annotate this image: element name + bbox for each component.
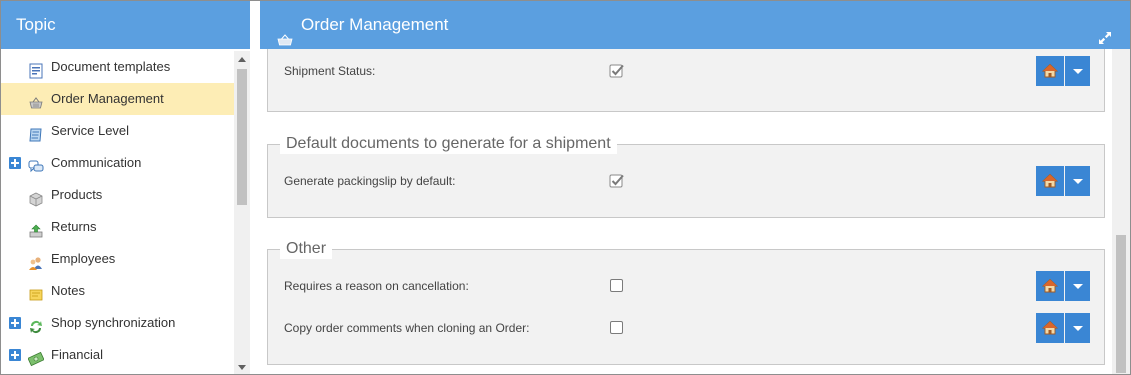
topic-tree: Document templates Order Management Serv… [1, 51, 234, 374]
group-other: Other Requires a reason on cancellation: [267, 239, 1105, 365]
setting-label: Shipment Status: [284, 64, 376, 78]
tree-item-label: Shop synchronization [51, 315, 176, 330]
tree-item-order-management[interactable]: Order Management [1, 83, 234, 115]
scope-button[interactable] [1036, 271, 1064, 301]
scope-dropdown-button[interactable] [1065, 313, 1090, 343]
setting-row-generate-packingslip: Generate packingslip by default: [268, 162, 1104, 202]
settings-content: Shipment Status: Default documents to ge… [260, 49, 1112, 374]
topic-scrollbar[interactable] [234, 51, 250, 374]
scope-button[interactable] [1036, 313, 1064, 343]
topic-panel: Topic Document templates Order Managemen… [1, 1, 250, 374]
tree-item-label: Communication [51, 155, 142, 170]
caret-down-icon [1073, 69, 1083, 74]
tree-item-document-templates[interactable]: Document templates [1, 51, 234, 83]
box-icon [28, 187, 44, 207]
service-level-icon [28, 123, 44, 142]
sync-icon [28, 315, 44, 333]
tree-item-label: Order Management [51, 91, 164, 106]
setting-row-copy-order-comments: Copy order comments when cloning an Orde… [268, 309, 1104, 349]
scope-dropdown-button[interactable] [1065, 166, 1090, 196]
tree-item-label: Products [51, 187, 103, 202]
basket-icon [277, 18, 293, 46]
tree-item-notes[interactable]: Notes [1, 275, 234, 307]
scrollbar-thumb[interactable] [1116, 235, 1126, 373]
home-icon [1041, 278, 1059, 294]
scroll-up-arrow-icon[interactable] [238, 57, 246, 62]
expand-icon[interactable] [9, 157, 21, 169]
expand-icon[interactable] [9, 349, 21, 361]
scope-button[interactable] [1036, 56, 1064, 86]
tree-item-label: Service Level [51, 123, 130, 138]
tree-item-communication[interactable]: Communication [1, 147, 234, 179]
scrollbar-thumb[interactable] [237, 69, 247, 205]
setting-scope-button-group [1036, 271, 1090, 301]
setting-label: Generate packingslip by default: [284, 174, 456, 188]
home-icon [1041, 63, 1059, 79]
scroll-down-arrow-icon[interactable] [238, 365, 246, 370]
tree-item-label: Employees [51, 251, 116, 266]
setting-scope-button-group [1036, 56, 1090, 86]
notes-icon [28, 283, 44, 301]
tree-item-employees[interactable]: Employees [1, 243, 234, 275]
generate-packingslip-checkbox[interactable] [609, 174, 624, 188]
group-default-documents: Default documents to generate for a ship… [267, 134, 1105, 218]
settings-scrollbar[interactable] [1112, 49, 1130, 374]
returns-icon [28, 219, 44, 238]
tree-item-label: Document templates [51, 59, 171, 74]
document-template-icon [28, 59, 44, 79]
order-management-panel: Order Management Shipment Status: Defaul… [260, 1, 1130, 374]
money-icon [27, 347, 45, 367]
tree-item-returns[interactable]: Returns [1, 211, 234, 243]
settings-window: Topic Document templates Order Managemen… [0, 0, 1131, 375]
setting-row-requires-reason: Requires a reason on cancellation: [268, 267, 1104, 307]
home-icon [1041, 173, 1059, 189]
setting-scope-button-group [1036, 313, 1090, 343]
caret-down-icon [1073, 284, 1083, 289]
topic-panel-title: Topic [1, 1, 250, 49]
tree-item-service-level[interactable]: Service Level [1, 115, 234, 147]
speech-bubbles-icon [28, 155, 44, 173]
scope-button[interactable] [1036, 166, 1064, 196]
setting-row-shipment-status: Shipment Status: [268, 52, 1104, 92]
panel-title: Order Management [301, 15, 449, 34]
scope-dropdown-button[interactable] [1065, 271, 1090, 301]
tree-item-label: Returns [51, 219, 97, 234]
panel-divider[interactable] [250, 1, 260, 374]
shipment-status-checkbox[interactable] [609, 64, 624, 78]
caret-down-icon [1073, 326, 1083, 331]
panel-header: Order Management [260, 1, 1130, 49]
setting-label: Requires a reason on cancellation: [284, 279, 469, 293]
basket-icon [28, 91, 44, 109]
home-icon [1041, 320, 1059, 336]
setting-scope-button-group [1036, 166, 1090, 196]
requires-reason-checkbox[interactable] [610, 279, 623, 292]
tree-item-financial[interactable]: Financial [1, 339, 234, 371]
scope-dropdown-button[interactable] [1065, 56, 1090, 86]
tree-item-shop-synchronization[interactable]: Shop synchronization [1, 307, 234, 339]
copy-order-comments-checkbox[interactable] [610, 321, 623, 334]
caret-down-icon [1073, 179, 1083, 184]
maximize-icon[interactable] [1097, 17, 1113, 44]
group-legend: Default documents to generate for a ship… [280, 134, 617, 154]
group-legend: Other [280, 239, 333, 259]
group-shipment: Shipment Status: [267, 49, 1105, 112]
setting-label: Copy order comments when cloning an Orde… [284, 321, 530, 335]
tree-item-products[interactable]: Products [1, 179, 234, 211]
employees-icon [28, 251, 44, 270]
tree-item-label: Financial [51, 347, 104, 362]
expand-icon[interactable] [9, 317, 21, 329]
tree-item-label: Notes [51, 283, 85, 298]
